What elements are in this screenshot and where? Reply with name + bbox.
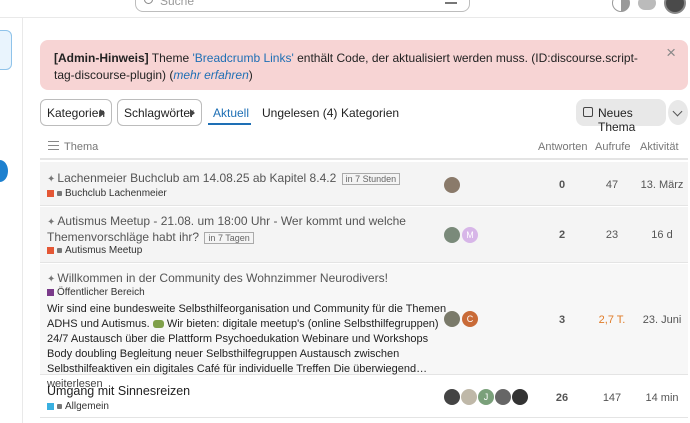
header-topic[interactable]: Thema xyxy=(64,141,98,153)
topic-category[interactable]: Allgemein xyxy=(47,401,109,412)
search-placeholder: Suche xyxy=(160,0,195,8)
category-label: Öffentlicher Bereich xyxy=(57,287,145,298)
topic-title[interactable]: ✦ Willkommen in der Community des Wohnzim… xyxy=(47,271,388,287)
avatar[interactable]: C xyxy=(462,311,478,327)
topic-title-text: Willkommen in der Community des Wohnzimm… xyxy=(57,271,388,285)
close-icon[interactable]: × xyxy=(666,44,676,61)
theme-toggle-icon[interactable] xyxy=(612,0,630,12)
views-count: 47 xyxy=(605,179,619,191)
avatar[interactable] xyxy=(444,389,460,405)
search-icon xyxy=(144,0,153,4)
list-icon[interactable] xyxy=(48,141,59,150)
chevron-down-icon xyxy=(672,106,683,117)
topic-title-text-2: Themenvorschläge habt ihr? xyxy=(47,230,200,244)
caret-right-icon xyxy=(100,109,105,117)
avatar[interactable] xyxy=(444,311,460,327)
search-input[interactable]: Suche xyxy=(135,0,470,12)
notice-text-1: Theme xyxy=(148,51,193,65)
topic-title[interactable]: ✦ Autismus Meetup - 21.08. um 18:00 Uhr -… xyxy=(47,214,447,245)
event-badge: in 7 Tagen xyxy=(204,231,254,244)
categories-dropdown-label: Kategorien xyxy=(47,106,106,120)
category-color-icon xyxy=(47,246,54,254)
event-badge: in 7 Stunden xyxy=(341,172,401,185)
topic-title-text: Autismus Meetup - 21.08. um 18:00 Uhr - … xyxy=(57,214,406,228)
avatar[interactable] xyxy=(444,227,460,243)
filter-icon[interactable] xyxy=(445,0,457,4)
sidebar-indicator[interactable] xyxy=(0,160,8,182)
tab-unread[interactable]: Ungelesen (4) xyxy=(262,106,337,120)
notice-prefix: [Admin-Hinweis] xyxy=(54,51,149,65)
header-views[interactable]: Aufrufe xyxy=(595,141,630,153)
notice-text-3: ) xyxy=(248,68,253,82)
tags-dropdown-label: Schlagwörter xyxy=(124,106,195,120)
emoji-icon xyxy=(152,320,164,329)
table-row: Umgang mit Sinnesreizen Allgemein J 26 1… xyxy=(40,376,688,418)
sidebar-card[interactable] xyxy=(0,30,12,70)
topic-title[interactable]: ✦ Lachenmeier Buchclub am 14.08.25 ab Kap… xyxy=(47,171,401,187)
replies-count: 3 xyxy=(558,314,566,326)
notice-theme-link[interactable]: 'Breadcrumb Links' xyxy=(192,51,293,65)
category-label: Buchclub Lachenmeier xyxy=(65,188,167,199)
category-label: Autismus Meetup xyxy=(65,245,143,256)
tab-latest[interactable]: Aktuell xyxy=(213,106,249,120)
replies-count: 26 xyxy=(555,392,569,404)
views-count: 23 xyxy=(605,229,619,241)
tags-dropdown[interactable]: Schlagwörter xyxy=(117,99,202,126)
lock-icon xyxy=(57,403,62,409)
header-activity[interactable]: Aktivität xyxy=(640,141,679,153)
lock-icon xyxy=(57,247,62,253)
table-row: ✦ Willkommen in der Community des Wohnzim… xyxy=(40,264,688,390)
sidebar-divider xyxy=(22,18,23,423)
notice-more-link[interactable]: mehr erfahren xyxy=(173,68,248,82)
avatar[interactable] xyxy=(444,177,460,193)
chat-icon[interactable] xyxy=(638,0,656,10)
topic-title-text: Umgang mit Sinnesreizen xyxy=(47,384,191,398)
category-color-icon xyxy=(47,189,54,197)
active-tab-underline xyxy=(208,123,251,125)
new-topic-button[interactable]: Neues Thema xyxy=(576,99,666,134)
topic-category[interactable]: Buchclub Lachenmeier xyxy=(47,188,167,199)
activity-time[interactable]: 13. März xyxy=(637,179,687,191)
category-label: Allgemein xyxy=(65,401,109,412)
avatar[interactable]: J xyxy=(478,389,494,405)
replies-count: 2 xyxy=(558,229,566,241)
new-topic-label: Neues Thema xyxy=(598,106,636,134)
avatar[interactable] xyxy=(461,389,477,405)
pin-icon: ✦ xyxy=(47,274,56,285)
activity-time[interactable]: 23. Juni xyxy=(637,314,687,326)
topic-title-text: Lachenmeier Buchclub am 14.08.25 ab Kapi… xyxy=(57,171,337,185)
table-row: ✦ Lachenmeier Buchclub am 14.08.25 ab Kap… xyxy=(40,162,688,206)
topic-category[interactable]: Autismus Meetup xyxy=(47,245,142,256)
caret-right-icon xyxy=(190,109,195,117)
topic-title[interactable]: Umgang mit Sinnesreizen xyxy=(47,384,190,399)
site-header: Suche xyxy=(0,0,690,18)
table-row: ✦ Autismus Meetup - 21.08. um 18:00 Uhr -… xyxy=(40,207,688,263)
avatar[interactable] xyxy=(512,389,528,405)
categories-dropdown[interactable]: Kategorien xyxy=(40,99,112,126)
pencil-icon xyxy=(583,107,593,117)
category-color-icon xyxy=(47,402,54,410)
topic-category[interactable]: Öffentlicher Bereich xyxy=(47,287,145,298)
tab-categories[interactable]: Kategorien xyxy=(341,106,399,120)
avatar[interactable]: M xyxy=(462,227,478,243)
views-count: 147 xyxy=(602,392,622,404)
replies-count: 0 xyxy=(558,179,566,191)
activity-time[interactable]: 16 d xyxy=(637,229,687,241)
views-count: 2,7 T. xyxy=(598,314,626,326)
header-replies[interactable]: Antworten xyxy=(538,141,588,153)
topic-navigation: Kategorien Schlagwörter Aktuell Ungelese… xyxy=(40,99,688,134)
avatar[interactable] xyxy=(495,389,511,405)
admin-notice: [Admin-Hinweis] Theme 'Breadcrumb Links'… xyxy=(40,40,688,90)
more-options-button[interactable] xyxy=(668,100,688,125)
pin-icon: ✦ xyxy=(47,217,56,228)
pin-icon: ✦ xyxy=(47,174,56,185)
category-color-icon xyxy=(47,288,54,296)
user-avatar[interactable] xyxy=(664,0,686,14)
lock-icon xyxy=(57,190,62,196)
topic-list-header: Thema Antworten Aufrufe Aktivität xyxy=(40,136,688,160)
activity-time[interactable]: 14 min xyxy=(637,392,687,404)
